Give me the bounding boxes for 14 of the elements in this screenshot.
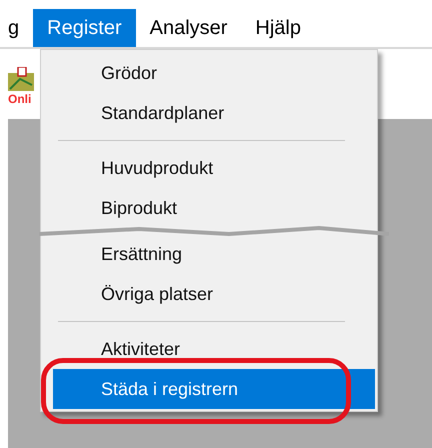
menu-item[interactable]: Grödor [53,53,375,93]
menu-item[interactable]: Städa i registrern [53,369,375,409]
menu-bar-item[interactable]: Analyser [136,9,242,47]
menu-item[interactable]: Aktiviteter [53,329,375,369]
menu-bar-item[interactable]: g [8,9,34,47]
menu-item[interactable]: Standardplaner [53,93,375,133]
folder-map-icon[interactable] [8,67,34,91]
menu-item[interactable]: Ersättning [53,234,375,274]
menu-bar-item[interactable]: Hjälp [241,9,315,47]
menu-item[interactable]: Huvudprodukt [53,148,375,188]
menu-item[interactable]: Biprodukt [53,188,375,228]
menu-bar-item[interactable]: Register [33,9,136,47]
menu-item[interactable]: Övriga platser [53,274,375,314]
toolbar-label: Onli [8,92,32,106]
